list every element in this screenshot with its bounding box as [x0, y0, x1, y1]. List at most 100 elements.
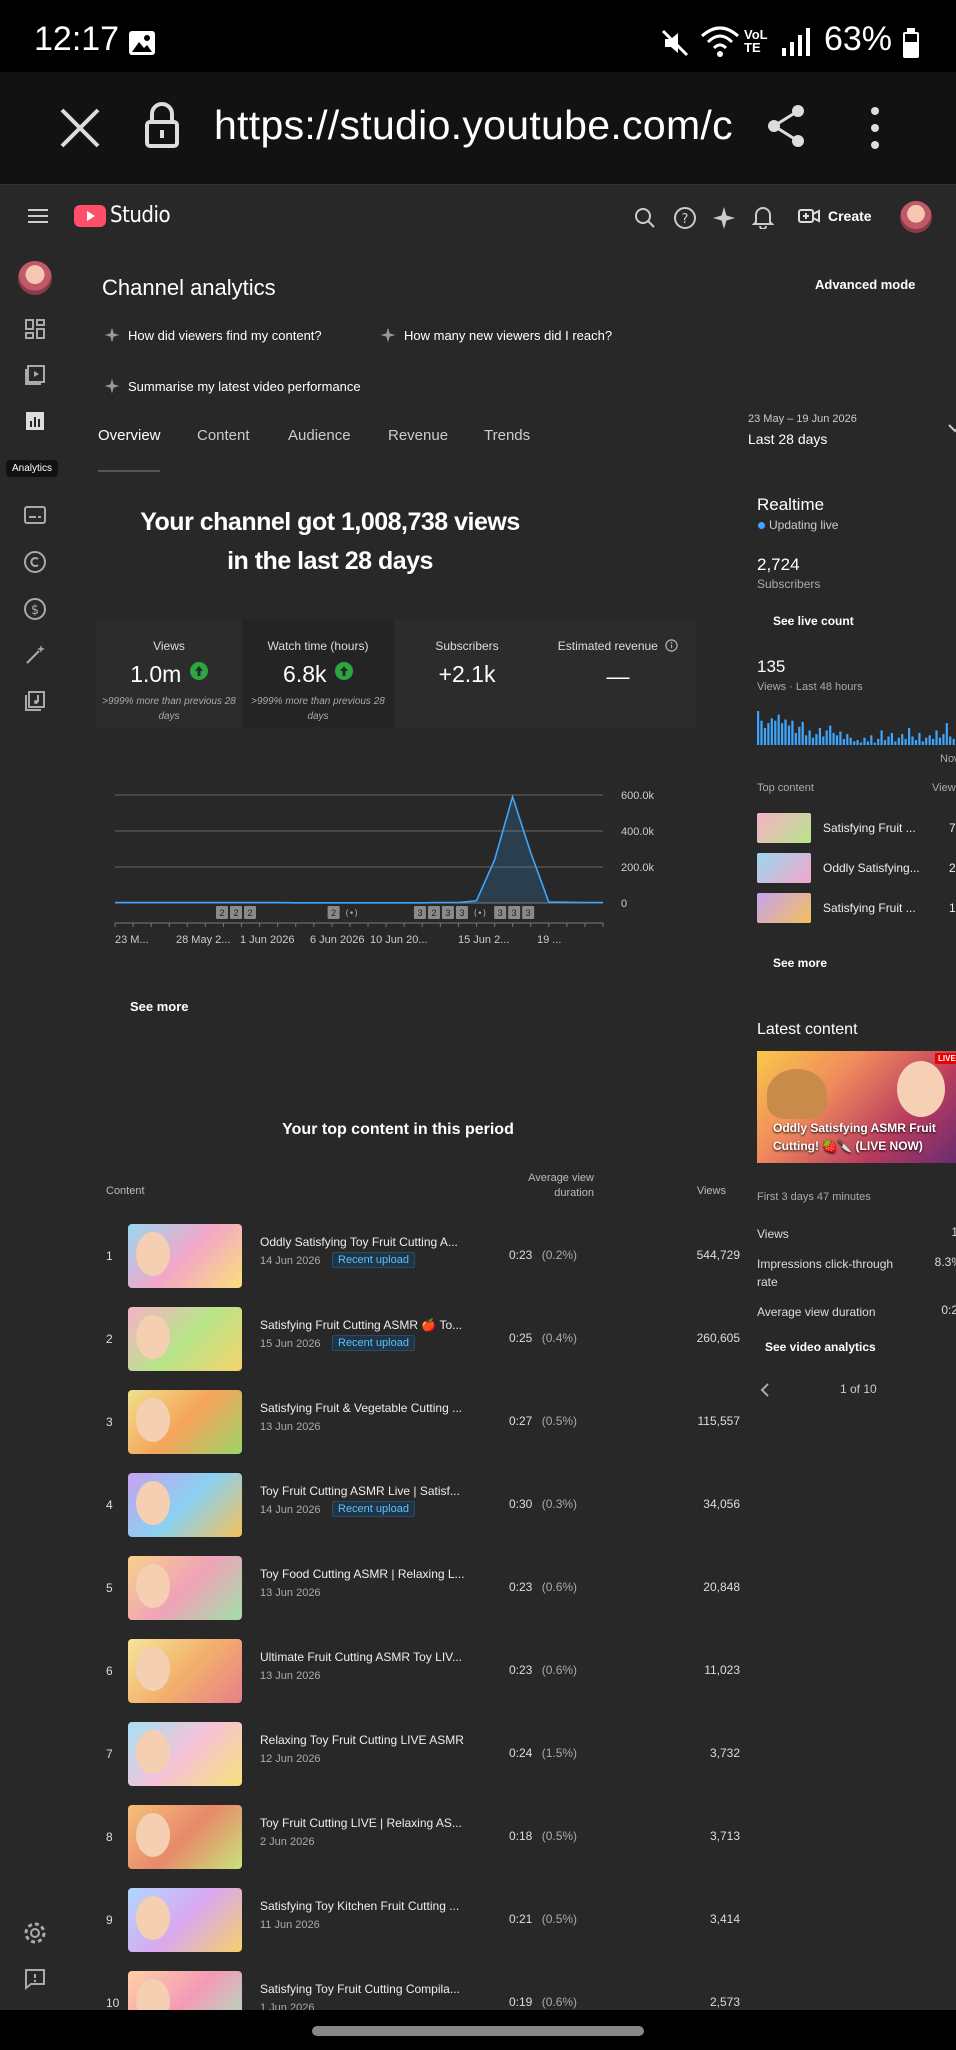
account-avatar[interactable] — [900, 201, 932, 233]
video-thumbnail[interactable] — [128, 1971, 242, 2010]
dashboard-icon[interactable] — [23, 317, 47, 341]
share-icon[interactable] — [766, 104, 806, 153]
see-live-count-button[interactable]: See live count — [773, 614, 854, 628]
x-tick-label: 10 Jun 20... — [370, 934, 428, 946]
realtime-bar — [904, 738, 907, 745]
close-tab-icon[interactable] — [58, 106, 102, 155]
table-row[interactable]: 10 Satisfying Toy Fruit Cutting Compila..… — [70, 1968, 740, 2010]
video-thumbnail[interactable] — [128, 1639, 242, 1703]
realtime-bar — [835, 735, 839, 745]
search-icon[interactable] — [634, 207, 656, 234]
video-title[interactable]: Relaxing Toy Fruit Cutting LIVE ASMR — [260, 1733, 464, 1747]
video-title[interactable]: Ultimate Fruit Cutting ASMR Toy LIV... — [260, 1650, 462, 1664]
views-chart: 600.0k400.0k200.0k02 2 2 2 (•) 3 2 3 3 (•) 3 3 323 M… — [114, 790, 655, 946]
channel-avatar[interactable] — [18, 261, 52, 295]
avd-percent: (0.4%) — [541, 1331, 578, 1345]
video-thumbnail[interactable] — [128, 1390, 242, 1454]
row-rank: 4 — [106, 1498, 113, 1512]
table-row[interactable]: 5 Toy Food Cutting ASMR | Relaxing L... 13… — [70, 1553, 740, 1623]
video-thumbnail[interactable] — [128, 1888, 242, 1952]
metric-value: — — [606, 663, 630, 689]
table-row[interactable]: 3 Satisfying Fruit & Vegetable Cutting ..… — [70, 1387, 740, 1457]
video-title[interactable]: Toy Fruit Cutting LIVE | Relaxing AS... — [260, 1816, 462, 1830]
chevron-left-icon[interactable] — [760, 1383, 770, 1402]
video-thumbnail[interactable] — [128, 1473, 242, 1537]
more-options-icon[interactable] — [870, 106, 880, 155]
realtime-bar — [859, 742, 863, 745]
metric-revenue[interactable]: Estimated revenue — — [540, 639, 696, 690]
latest-video-thumbnail[interactable]: LIVE Oddly Satisfying ASMR Fruit Cutting… — [757, 1051, 956, 1163]
advanced-mode-link[interactable]: Advanced mode — [815, 277, 915, 292]
see-more-button[interactable]: See more — [130, 999, 189, 1014]
metric-value-row: 1.0m — [96, 661, 242, 688]
lock-icon[interactable] — [144, 102, 180, 153]
video-title[interactable]: Toy Food Cutting ASMR | Relaxing L... — [260, 1567, 465, 1581]
realtime-top-item[interactable]: Oddly Satisfying... 2 — [757, 853, 956, 885]
tab-content[interactable]: Content — [197, 427, 250, 444]
table-row[interactable]: 7 Relaxing Toy Fruit Cutting LIVE ASMR 12 … — [70, 1719, 740, 1789]
tab-revenue[interactable]: Revenue — [388, 427, 448, 444]
video-thumbnail[interactable] — [128, 1307, 242, 1371]
avg-view-duration: 0:23 (0.2%) — [509, 1248, 577, 1262]
menu-icon[interactable] — [28, 208, 48, 229]
video-date: 14 Jun 2026 — [260, 1504, 321, 1516]
video-title[interactable]: Satisfying Fruit Cutting ASMR 🍎 To... — [260, 1318, 462, 1332]
audio-library-icon[interactable] — [23, 689, 47, 713]
metric-note: >999% more than previous 28 days — [102, 696, 236, 722]
tab-trends[interactable]: Trends — [484, 427, 530, 444]
table-row[interactable]: 8 Toy Fruit Cutting LIVE | Relaxing AS...… — [70, 1802, 740, 1872]
home-indicator[interactable] — [312, 2026, 644, 2036]
wifi-icon — [700, 24, 740, 63]
realtime-see-more-button[interactable]: See more — [773, 956, 827, 970]
customization-icon[interactable] — [23, 643, 47, 667]
video-thumbnail[interactable] — [128, 1805, 242, 1869]
settings-icon[interactable] — [23, 1921, 47, 1945]
table-row[interactable]: 2 Satisfying Fruit Cutting ASMR 🍎 To... 15… — [70, 1304, 740, 1374]
table-row[interactable]: 6 Ultimate Fruit Cutting ASMR Toy LIV... 1… — [70, 1636, 740, 1706]
metric-label: Subscribers — [435, 639, 499, 653]
table-row[interactable]: 4 Toy Fruit Cutting ASMR Live | Satisf...… — [70, 1470, 740, 1540]
realtime-top-item[interactable]: Satisfying Fruit ... 1 — [757, 893, 956, 925]
tab-audience[interactable]: Audience — [288, 427, 351, 444]
date-range-picker[interactable]: 23 May – 19 Jun 2026 Last 28 days — [748, 413, 956, 447]
url-field[interactable]: https://studio.youtube.com/c — [214, 102, 733, 149]
avg-view-duration: 0:27 (0.5%) — [509, 1414, 577, 1428]
sparkle-icon[interactable] — [712, 206, 736, 235]
stat-value: 0:2( — [941, 1303, 956, 1317]
help-icon[interactable]: ? — [673, 206, 697, 235]
realtime-top-item[interactable]: Satisfying Fruit ... 7 — [757, 813, 956, 845]
table-row[interactable]: 9 Satisfying Toy Kitchen Fruit Cutting ..… — [70, 1885, 740, 1955]
info-icon[interactable] — [665, 639, 678, 655]
analytics-icon[interactable] — [23, 409, 47, 433]
feedback-icon[interactable] — [23, 1967, 47, 1991]
tab-overview[interactable]: Overview — [98, 427, 161, 444]
video-thumbnail[interactable] — [128, 1722, 242, 1786]
metric-views[interactable]: Views 1.0m >999% more than previous 28 d… — [96, 639, 242, 724]
youtube-logo-icon[interactable] — [74, 205, 106, 232]
metric-subscribers[interactable]: Subscribers +2.1k — [394, 639, 540, 688]
metric-watch-time[interactable]: Watch time (hours) 6.8k >999% more than … — [242, 639, 394, 724]
video-thumbnail[interactable] — [128, 1556, 242, 1620]
video-title[interactable]: Oddly Satisfying Toy Fruit Cutting A... — [260, 1235, 458, 1249]
video-title[interactable]: Satisfying Toy Fruit Cutting Compila... — [260, 1982, 460, 1996]
thumbnail-face — [897, 1061, 945, 1117]
row-views: 34,056 — [703, 1497, 740, 1511]
earn-icon[interactable]: $ — [23, 597, 47, 621]
video-thumbnail[interactable] — [128, 1224, 242, 1288]
copyright-icon[interactable] — [23, 550, 47, 574]
video-title[interactable]: Satisfying Toy Kitchen Fruit Cutting ... — [260, 1899, 459, 1913]
subtitles-icon[interactable] — [23, 503, 47, 527]
live-badge: LIVE — [935, 1053, 956, 1064]
thumbnail-face — [136, 1813, 170, 1857]
see-video-analytics-button[interactable]: See video analytics — [765, 1340, 876, 1354]
notifications-icon[interactable] — [751, 205, 775, 234]
realtime-bar — [791, 720, 794, 745]
sidebar: Analytics $ — [0, 249, 70, 2010]
stat-value: 8.3% — [934, 1255, 956, 1269]
x-tick-label: 19 ... — [537, 934, 561, 946]
video-title[interactable]: Toy Fruit Cutting ASMR Live | Satisf... — [260, 1484, 460, 1498]
content-icon[interactable] — [23, 363, 47, 387]
video-title[interactable]: Satisfying Fruit & Vegetable Cutting ... — [260, 1401, 462, 1415]
x-tick-label: 28 May 2... — [176, 934, 230, 946]
table-row[interactable]: 1 Oddly Satisfying Toy Fruit Cutting A...… — [70, 1221, 740, 1291]
